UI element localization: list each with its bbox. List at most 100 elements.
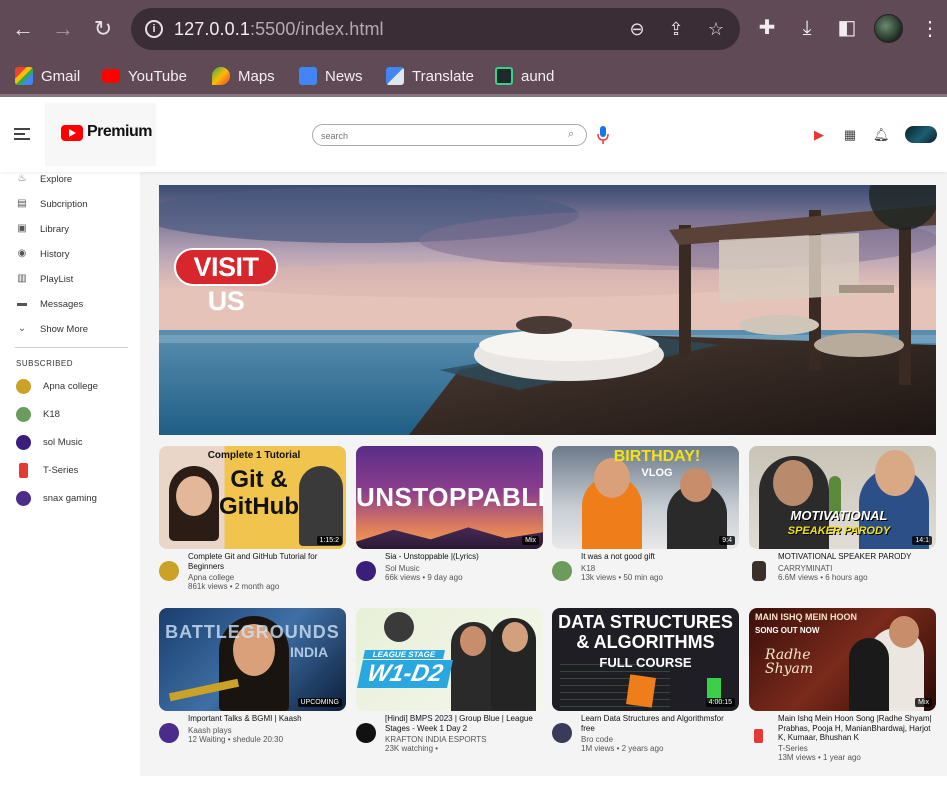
video-title[interactable]: MOTIVATIONAL SPEAKER PARODY [778,552,936,562]
create-video-icon[interactable]: ▶ [811,127,827,143]
user-avatar[interactable] [905,126,937,143]
video-card[interactable]: DATA STRUCTURES & ALGORITHMS FULL COURSE… [552,608,739,771]
url-text[interactable]: 127.0.0.1:5500/index.html [174,19,384,40]
aund-icon [495,67,513,85]
video-title[interactable]: Learn Data Structures and Algorithmsfor … [581,714,739,733]
subscription-sol-music[interactable]: sol Music [16,433,83,451]
visit-us-badge[interactable]: VISIT US [174,248,278,316]
subscription-apna-college[interactable]: Apna college [16,377,98,395]
channel-avatar[interactable] [552,723,572,743]
channel-avatar[interactable] [159,723,179,743]
sidebar-item-explore[interactable]: ♨ Explore [16,171,73,187]
video-thumbnail[interactable]: BIRTHDAY! VLOG 9:4 [552,446,739,549]
mic-icon[interactable] [597,126,609,144]
channel-name[interactable]: Sol Music [385,564,420,573]
channel-name[interactable]: K18 [581,564,595,573]
back-icon[interactable]: ← [10,16,36,42]
channel-avatar[interactable] [754,729,763,743]
channel-name[interactable]: CARRYMINATI [778,564,832,573]
hero-image [159,185,936,435]
bookmark-maps[interactable]: Maps [212,63,275,89]
site-info-icon[interactable]: i [145,20,163,38]
bell-icon[interactable]: 🔔︎ [873,127,890,143]
thumbnail-title: MAIN ISHQ MEIN HOON [755,612,858,622]
apps-grid-icon[interactable]: ▦ [842,127,858,143]
extensions-icon[interactable]: ✚ [755,16,779,40]
video-thumbnail[interactable]: DATA STRUCTURES & ALGORITHMS FULL COURSE… [552,608,739,711]
library-icon: ▣ [17,223,27,234]
search-input[interactable] [321,129,561,142]
video-thumbnail[interactable]: UNSTOPPABLE Mix [356,446,543,549]
channel-avatar[interactable] [356,561,376,581]
sidebar-item-subscription[interactable]: ▤ Subcription [16,196,87,212]
video-thumbnail[interactable]: Complete 1 Tutorial Git & GitHub 1:15:2 [159,446,346,549]
channel-avatar [16,490,31,506]
video-thumbnail[interactable]: MAIN ISHQ MEIN HOON SONG OUT NOW Radhe Sh… [749,608,936,711]
bookmark-translate[interactable]: Translate [386,63,474,89]
video-card[interactable]: MOTIVATIONAL SPEAKER PARODY 14:1 MOTIVAT… [749,446,936,609]
video-card[interactable]: UNSTOPPABLE Mix Sia - Unstoppable |(Lyri… [356,446,543,609]
channel-name[interactable]: Bro code [581,735,613,744]
sidebar-item-library[interactable]: ▣ Library [16,221,69,237]
bookmark-youtube[interactable]: YouTube [102,63,187,89]
channel-name[interactable]: KRAFTON INDIA ESPORTS [385,735,487,744]
video-title[interactable]: It was a not good gift [581,552,739,562]
video-card[interactable]: LEAGUE STAGE W1-D2 [Hindi] BMPS 2023 | G… [356,608,543,771]
bookmark-star-icon[interactable]: ☆ [705,18,727,40]
sidebar-item-show-more[interactable]: ⌄ Show More [16,321,88,337]
bookmark-aund[interactable]: aund [495,63,554,89]
channel-avatar[interactable] [752,561,766,581]
channel-name[interactable]: Kaash plays [188,726,232,735]
video-card[interactable]: MAIN ISHQ MEIN HOON SONG OUT NOW Radhe Sh… [749,608,936,771]
channel-name[interactable]: T-Series [778,744,808,753]
zoom-icon[interactable]: ⊖ [626,18,648,40]
side-panel-icon[interactable]: ◧ [835,16,859,40]
thumbnail-title: W1-D2 [357,660,453,688]
radhe-shyam-logo: Radhe Shyam [765,647,814,677]
channel-avatar[interactable] [552,561,572,581]
video-stats: 12 Waiting • shedule 20:30 [188,735,284,744]
bookmark-news[interactable]: News [299,63,363,89]
channel-avatar [16,434,31,450]
video-thumbnail[interactable]: LEAGUE STAGE W1-D2 [356,608,543,711]
gmail-icon [15,67,33,85]
video-stats: 861k views • 2 month ago [188,582,280,591]
video-card[interactable]: BIRTHDAY! VLOG 9:4 It was a not good gif… [552,446,739,609]
video-title[interactable]: Main Ishq Mein Hoon Song |Radhe Shyam| P… [778,714,936,743]
logo[interactable]: Premium [45,103,156,166]
download-icon[interactable]: ⤓ [795,16,819,40]
channel-avatar[interactable] [159,561,179,581]
sidebar-item-playlist[interactable]: ▥ PlayList [16,271,73,287]
video-title[interactable]: Sia - Unstoppable |(Lyrics) [385,552,543,562]
hero-banner[interactable]: VISIT US [159,185,936,435]
video-title[interactable]: [Hindi] BMPS 2023 | Group Blue | League … [385,714,543,733]
video-card[interactable]: Complete 1 Tutorial Git & GitHub 1:15:2 … [159,446,346,609]
subscription-snax-gaming[interactable]: snax gaming [16,489,97,507]
subscription-t-series[interactable]: T-Series [16,461,78,479]
channel-avatar [19,462,28,478]
channel-name[interactable]: Apna college [188,573,234,582]
browser-menu-icon[interactable]: ⋮ [920,17,940,41]
address-bar[interactable]: i 127.0.0.1:5500/index.html ⊖ ⇪ ☆ [131,8,740,50]
search-box[interactable]: ⌕ [312,124,587,146]
channel-avatar[interactable] [356,723,376,743]
reload-icon[interactable]: ↻ [90,16,116,42]
subscription-k18[interactable]: K18 [16,405,60,423]
video-title[interactable]: Important Talks & BGMI | Kaash [188,714,346,724]
video-thumbnail[interactable]: MOTIVATIONAL SPEAKER PARODY 14:1 [749,446,936,549]
thumbnail-subtitle: SONG OUT NOW [755,626,820,635]
search-icon[interactable]: ⌕ [568,128,580,140]
hamburger-menu-icon[interactable] [14,128,30,140]
forward-icon[interactable]: → [50,16,76,42]
video-meta: Sia - Unstoppable |(Lyrics) Sol Music 66… [356,549,543,609]
video-thumbnail[interactable]: BATTLEGROUNDS INDIA UPCOMING [159,608,346,711]
bookmark-gmail[interactable]: Gmail [15,63,80,89]
video-card[interactable]: BATTLEGROUNDS INDIA UPCOMING Important T… [159,608,346,771]
share-icon[interactable]: ⇪ [665,18,687,40]
bookmark-label: YouTube [128,67,187,85]
mix-badge: Mix [522,536,539,545]
video-title[interactable]: Complete Git and GitHub Tutorial for Beg… [188,552,346,571]
profile-avatar[interactable] [874,14,903,43]
sidebar-item-history[interactable]: ◉ History [16,246,70,262]
sidebar-item-messages[interactable]: ▬ Messages [16,296,83,312]
